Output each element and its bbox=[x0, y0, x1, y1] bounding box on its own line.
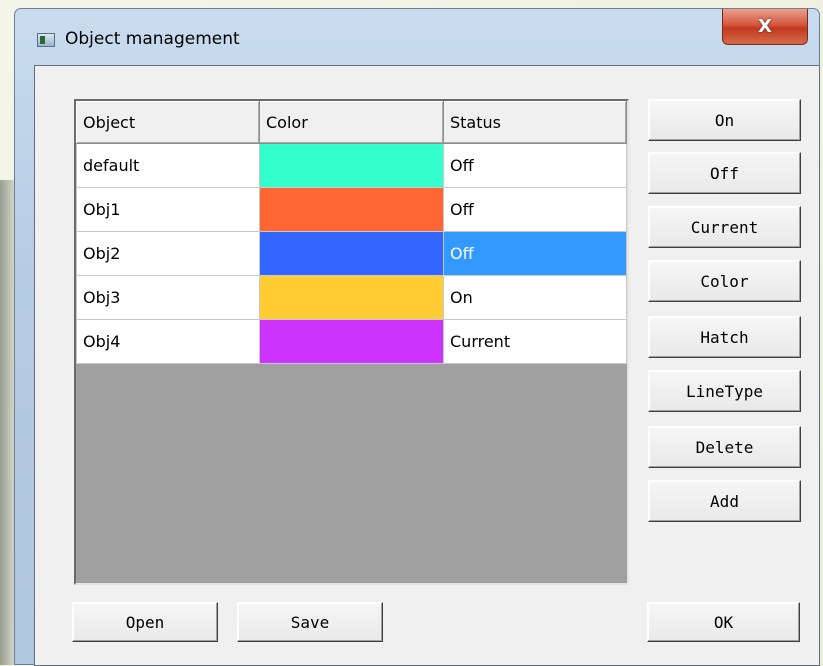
current-button[interactable]: Current bbox=[648, 206, 801, 248]
object-name-cell[interactable]: Obj4 bbox=[76, 319, 260, 364]
close-icon: X bbox=[758, 16, 772, 37]
object-table: Object Color Status default Off Obj1 Off Obj… bbox=[76, 101, 627, 364]
status-cell[interactable]: Off bbox=[443, 231, 627, 276]
table-row[interactable]: Obj4 Current bbox=[76, 319, 627, 364]
close-button[interactable]: X bbox=[722, 9, 808, 45]
object-name-cell[interactable]: Obj2 bbox=[76, 231, 260, 276]
on-button[interactable]: On bbox=[648, 99, 801, 141]
table-row[interactable]: Obj1 Off bbox=[76, 187, 627, 232]
object-management-dialog: Object management X Object Color Status … bbox=[14, 8, 820, 666]
window-title: Object management bbox=[65, 29, 240, 49]
object-name-cell[interactable]: default bbox=[76, 143, 260, 188]
color-swatch-cell[interactable] bbox=[259, 319, 444, 364]
color-swatch-cell[interactable] bbox=[259, 187, 444, 232]
column-header-object[interactable]: Object bbox=[76, 101, 260, 144]
linetype-button[interactable]: LineType bbox=[648, 370, 801, 412]
object-name-cell[interactable]: Obj1 bbox=[76, 187, 260, 232]
table-row[interactable]: Obj3 On bbox=[76, 275, 627, 320]
delete-button[interactable]: Delete bbox=[648, 426, 801, 468]
color-button[interactable]: Color bbox=[648, 260, 801, 302]
off-button[interactable]: Off bbox=[648, 152, 801, 194]
table-row[interactable]: Obj2 Off bbox=[76, 231, 627, 276]
status-cell[interactable]: Off bbox=[443, 187, 627, 232]
ok-button[interactable]: OK bbox=[647, 602, 800, 642]
status-cell[interactable]: Off bbox=[443, 143, 627, 188]
dialog-client-area: Object Color Status default Off Obj1 Off Obj… bbox=[34, 65, 820, 666]
column-header-color[interactable]: Color bbox=[259, 101, 444, 144]
window-icon bbox=[37, 33, 55, 47]
color-swatch-cell[interactable] bbox=[259, 143, 444, 188]
table-header-row: Object Color Status bbox=[76, 101, 627, 144]
object-name-cell[interactable]: Obj3 bbox=[76, 275, 260, 320]
hatch-button[interactable]: Hatch bbox=[648, 316, 801, 358]
color-swatch-cell[interactable] bbox=[259, 275, 444, 320]
column-header-status[interactable]: Status bbox=[443, 101, 627, 144]
object-grid[interactable]: Object Color Status default Off Obj1 Off Obj… bbox=[74, 99, 629, 585]
save-button[interactable]: Save bbox=[237, 602, 383, 642]
table-row[interactable]: default Off bbox=[76, 143, 627, 188]
title-bar[interactable]: Object management X bbox=[15, 9, 819, 65]
add-button[interactable]: Add bbox=[648, 480, 801, 522]
status-cell[interactable]: On bbox=[443, 275, 627, 320]
open-button[interactable]: Open bbox=[72, 602, 218, 642]
status-cell[interactable]: Current bbox=[443, 319, 627, 364]
color-swatch-cell[interactable] bbox=[259, 231, 444, 276]
